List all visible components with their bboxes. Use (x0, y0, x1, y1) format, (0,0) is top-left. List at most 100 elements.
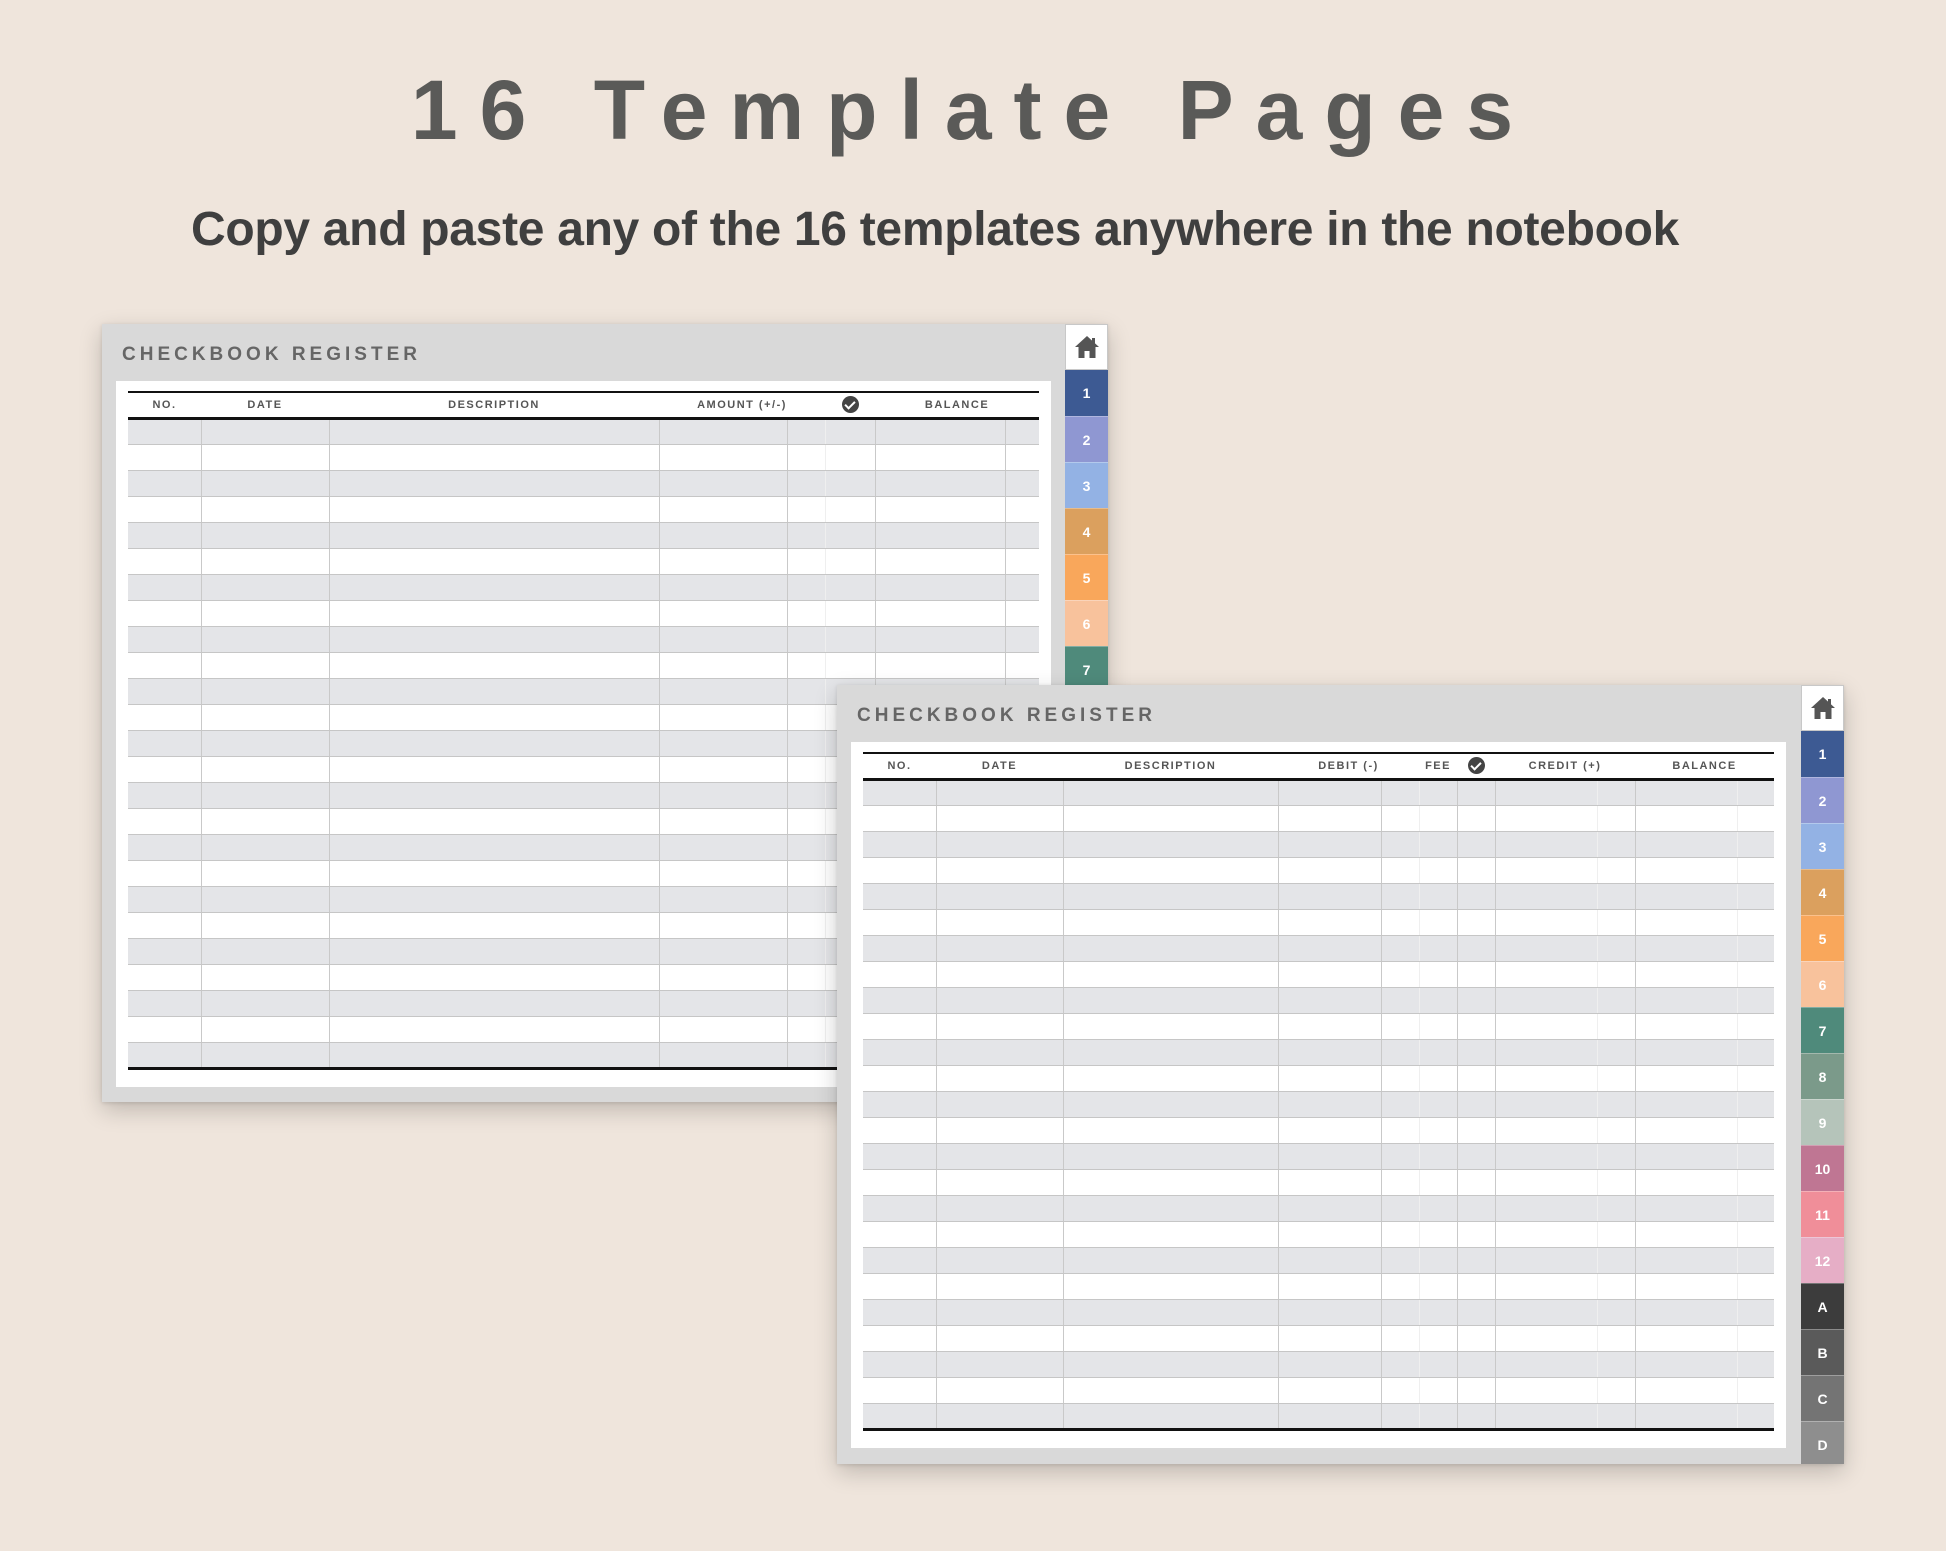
table-cell[interactable] (863, 1091, 937, 1118)
tab-d[interactable]: D (1801, 1421, 1844, 1464)
table-cell[interactable] (1737, 831, 1775, 858)
table-cell[interactable] (329, 418, 660, 445)
table-cell[interactable] (787, 912, 826, 939)
table-cell[interactable] (1597, 1065, 1636, 1092)
table-cell[interactable] (875, 418, 1006, 445)
tab-8[interactable]: 8 (1801, 1053, 1844, 1099)
table-row[interactable] (863, 1273, 1775, 1300)
tab-12[interactable]: 12 (1801, 1237, 1844, 1283)
table-cell[interactable] (936, 1039, 1064, 1066)
table-cell[interactable] (1597, 1377, 1636, 1404)
table-cell[interactable] (1005, 652, 1040, 679)
table-cell[interactable] (1278, 857, 1382, 884)
table-cell[interactable] (1597, 1403, 1636, 1431)
table-cell[interactable] (659, 1016, 788, 1043)
table-cell[interactable] (1597, 1325, 1636, 1352)
table-cell[interactable] (1737, 1143, 1775, 1170)
table-cell[interactable] (1419, 1403, 1458, 1431)
table-cell[interactable] (936, 1299, 1064, 1326)
table-cell[interactable] (1419, 987, 1458, 1014)
table-cell[interactable] (1278, 883, 1382, 910)
table-cell[interactable] (936, 883, 1064, 910)
table-row[interactable] (128, 548, 1040, 575)
table-cell[interactable] (1381, 1091, 1420, 1118)
table-cell[interactable] (863, 1377, 937, 1404)
table-cell[interactable] (1278, 831, 1382, 858)
table-cell[interactable] (128, 756, 202, 783)
table-row[interactable] (863, 883, 1775, 910)
table-cell[interactable] (128, 678, 202, 705)
table-cell[interactable] (1278, 1403, 1382, 1431)
table-cell[interactable] (329, 834, 660, 861)
table-cell[interactable] (1381, 1117, 1420, 1144)
table-cell[interactable] (936, 1351, 1064, 1378)
table-cell[interactable] (1063, 909, 1279, 936)
table-cell[interactable] (1063, 1065, 1279, 1092)
table-cell[interactable] (1737, 805, 1775, 832)
table-cell[interactable] (201, 704, 330, 731)
table-row[interactable] (863, 1403, 1775, 1431)
table-cell[interactable] (1419, 1091, 1458, 1118)
table-cell[interactable] (1635, 1247, 1738, 1274)
table-cell[interactable] (825, 652, 876, 679)
table-cell[interactable] (1063, 805, 1279, 832)
tab-5[interactable]: 5 (1065, 554, 1108, 600)
table-cell[interactable] (329, 782, 660, 809)
table-cell[interactable] (659, 886, 788, 913)
table-row[interactable] (863, 1117, 1775, 1144)
tab-3[interactable]: 3 (1065, 462, 1108, 508)
table-cell[interactable] (1381, 1013, 1420, 1040)
table-cell[interactable] (1457, 1377, 1496, 1404)
table-cell[interactable] (128, 1016, 202, 1043)
table-cell[interactable] (787, 522, 826, 549)
table-cell[interactable] (1457, 1273, 1496, 1300)
table-row[interactable] (863, 1143, 1775, 1170)
table-cell[interactable] (201, 626, 330, 653)
table-cell[interactable] (201, 574, 330, 601)
table-cell[interactable] (936, 1169, 1064, 1196)
table-cell[interactable] (1495, 1351, 1598, 1378)
table-cell[interactable] (201, 444, 330, 471)
table-cell[interactable] (329, 886, 660, 913)
table-cell[interactable] (128, 470, 202, 497)
table-row[interactable] (863, 987, 1775, 1014)
table-cell[interactable] (1005, 418, 1040, 445)
table-cell[interactable] (329, 522, 660, 549)
table-cell[interactable] (1063, 1273, 1279, 1300)
table-cell[interactable] (1278, 1143, 1382, 1170)
table-cell[interactable] (1381, 1377, 1420, 1404)
table-row[interactable] (863, 909, 1775, 936)
table-cell[interactable] (825, 626, 876, 653)
table-cell[interactable] (659, 834, 788, 861)
table-cell[interactable] (875, 548, 1006, 575)
table-cell[interactable] (659, 652, 788, 679)
table-cell[interactable] (1381, 1221, 1420, 1248)
table-row[interactable] (863, 805, 1775, 832)
tab-4[interactable]: 4 (1065, 508, 1108, 554)
table-cell[interactable] (1419, 1221, 1458, 1248)
table-cell[interactable] (1381, 831, 1420, 858)
table-cell[interactable] (659, 808, 788, 835)
table-cell[interactable] (1597, 1091, 1636, 1118)
table-cell[interactable] (1597, 1351, 1636, 1378)
table-cell[interactable] (936, 1403, 1064, 1431)
table-cell[interactable] (787, 1042, 826, 1070)
table-cell[interactable] (1278, 805, 1382, 832)
table-cell[interactable] (1005, 574, 1040, 601)
table-row[interactable] (863, 1325, 1775, 1352)
table-cell[interactable] (1419, 1169, 1458, 1196)
table-cell[interactable] (128, 938, 202, 965)
table-cell[interactable] (659, 782, 788, 809)
table-cell[interactable] (1495, 883, 1598, 910)
table-row[interactable] (863, 831, 1775, 858)
table-cell[interactable] (1278, 987, 1382, 1014)
table-cell[interactable] (1737, 1117, 1775, 1144)
table-cell[interactable] (1457, 831, 1496, 858)
table-cell[interactable] (1063, 1299, 1279, 1326)
table-cell[interactable] (863, 1325, 937, 1352)
table-cell[interactable] (1063, 1247, 1279, 1274)
table-cell[interactable] (787, 600, 826, 627)
table-cell[interactable] (659, 704, 788, 731)
table-cell[interactable] (329, 652, 660, 679)
table-cell[interactable] (1419, 805, 1458, 832)
